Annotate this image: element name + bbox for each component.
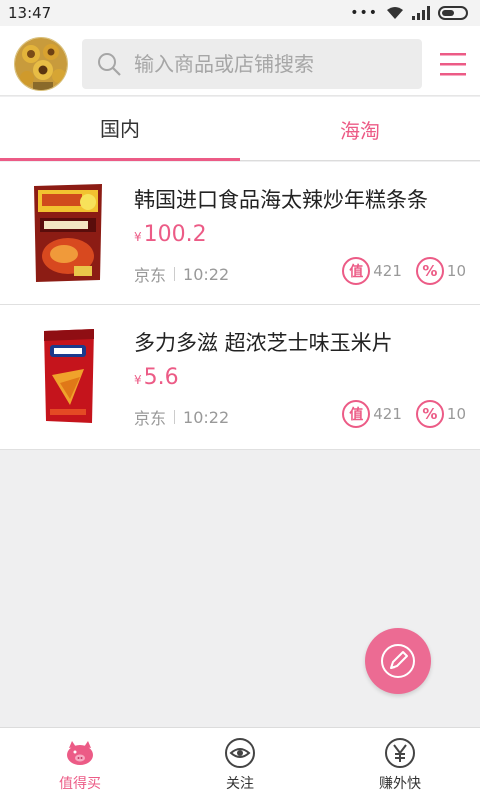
product-list: 韩国进口食品海太辣炒年糕条条 ¥100.2 京东 10:22 值 421 % 1… xyxy=(0,162,480,450)
product-price: ¥5.6 xyxy=(134,365,179,390)
product-title: 多力多滋 超浓芝士味玉米片 xyxy=(134,331,393,355)
nav-worth-buying[interactable]: 值得买 xyxy=(0,728,160,800)
signal-icon xyxy=(412,6,430,20)
discount-count: 10 xyxy=(446,405,466,423)
menu-icon[interactable] xyxy=(440,52,466,76)
search-icon xyxy=(98,53,121,76)
product-item[interactable]: 多力多滋 超浓芝士味玉米片 ¥5.6 京东 10:22 值 421 % 10 xyxy=(0,305,480,450)
product-item[interactable]: 韩国进口食品海太辣炒年糕条条 ¥100.2 京东 10:22 值 421 % 1… xyxy=(0,162,480,305)
sunflower-avatar-image xyxy=(15,38,67,90)
product-source: 京东 xyxy=(134,266,167,285)
price-value: 100.2 xyxy=(143,222,207,247)
product-stats: 值 421 % 10 xyxy=(342,400,466,428)
discount-count: 10 xyxy=(446,262,466,280)
product-meta: 京东 10:22 xyxy=(134,405,229,429)
product-image-doritos xyxy=(44,329,94,423)
nav-label: 值得买 xyxy=(59,775,101,792)
bottom-nav: 值得买 关注 赚外快 xyxy=(0,727,480,800)
yen-coin-icon xyxy=(385,737,415,768)
product-time: 10:22 xyxy=(183,407,230,427)
product-source: 京东 xyxy=(134,409,167,428)
worth-count: 421 xyxy=(373,405,402,423)
nav-label: 赚外快 xyxy=(379,775,421,792)
product-price: ¥100.2 xyxy=(134,222,207,247)
meta-divider xyxy=(174,267,176,281)
tab-bar: 国内 海淘 xyxy=(0,97,480,161)
compose-button[interactable] xyxy=(365,628,431,694)
eye-icon xyxy=(225,737,255,768)
worth-count: 421 xyxy=(373,262,402,280)
pencil-icon xyxy=(381,644,415,678)
worth-icon[interactable]: 值 xyxy=(342,257,371,285)
worth-icon[interactable]: 值 xyxy=(342,400,371,428)
product-time: 10:22 xyxy=(183,264,230,284)
nav-follow[interactable]: 关注 xyxy=(160,728,320,800)
product-title: 韩国进口食品海太辣炒年糕条条 xyxy=(134,188,428,212)
wifi-icon xyxy=(387,7,403,19)
avatar[interactable] xyxy=(14,37,68,91)
tab-domestic[interactable]: 国内 xyxy=(0,97,240,161)
product-meta: 京东 10:22 xyxy=(134,262,229,286)
pig-icon xyxy=(67,740,93,765)
notification-dots: ••• xyxy=(350,5,378,21)
meta-divider xyxy=(174,410,176,424)
search-box[interactable] xyxy=(82,39,422,89)
status-bar: 13:47 ••• xyxy=(0,0,480,26)
status-time: 13:47 xyxy=(8,4,52,22)
currency-symbol: ¥ xyxy=(134,230,142,244)
price-value: 5.6 xyxy=(143,365,179,390)
discount-icon[interactable]: % xyxy=(415,257,444,285)
battery-icon xyxy=(438,6,468,20)
app-header xyxy=(0,26,480,96)
tab-overseas[interactable]: 海淘 xyxy=(240,97,480,161)
search-input[interactable] xyxy=(134,52,404,76)
product-image-rice-cake-snack xyxy=(34,184,102,282)
status-icons: ••• xyxy=(350,5,468,21)
discount-icon[interactable]: % xyxy=(415,400,444,428)
nav-earn-extra[interactable]: 赚外快 xyxy=(320,728,480,800)
product-stats: 值 421 % 10 xyxy=(342,257,466,285)
nav-label: 关注 xyxy=(226,775,254,792)
currency-symbol: ¥ xyxy=(134,373,142,387)
